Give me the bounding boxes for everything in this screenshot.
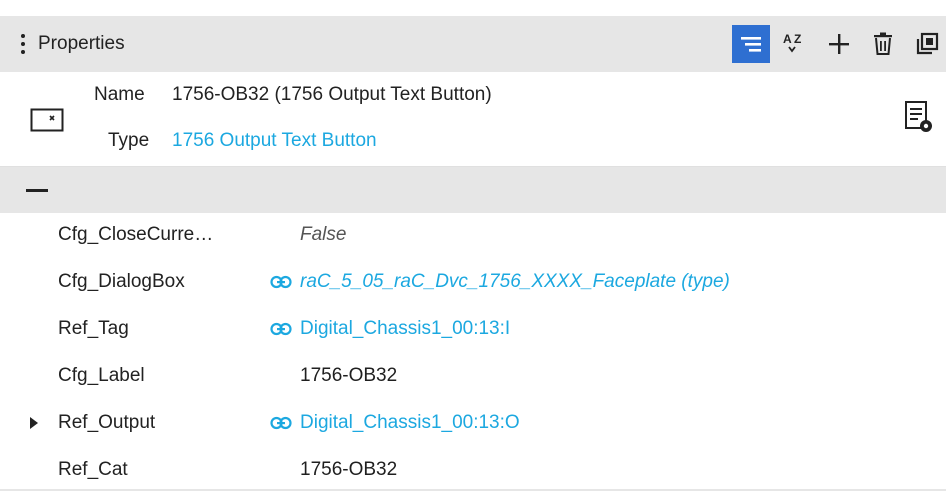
- add-button[interactable]: [820, 25, 858, 63]
- property-name: Ref_Tag: [58, 318, 129, 339]
- property-row-ref-tag[interactable]: Ref_Tag Digital_Chassis1_00:13:I: [0, 306, 946, 353]
- popout-icon: [916, 32, 939, 55]
- link-icon[interactable]: [270, 415, 292, 431]
- property-name: Cfg_Label: [58, 365, 145, 386]
- text-button-icon: [30, 108, 64, 132]
- link-icon[interactable]: [270, 321, 292, 337]
- property-name: Cfg_DialogBox: [58, 271, 185, 292]
- svg-text:Z: Z: [794, 32, 801, 46]
- property-name: Ref_Cat: [58, 459, 128, 480]
- property-row-cfg-label[interactable]: Cfg_Label 1756-OB32: [0, 353, 946, 400]
- panel-menu-icon[interactable]: [10, 30, 36, 58]
- property-row-cfg-dialogbox[interactable]: Cfg_DialogBox raC_5_05_raC_Dvc_1756_XXXX…: [0, 259, 946, 306]
- bottom-divider: [0, 489, 946, 491]
- property-value[interactable]: 1756-OB32: [300, 459, 397, 481]
- sort-az-button[interactable]: A Z: [776, 25, 814, 63]
- property-group-collapse[interactable]: [0, 167, 946, 213]
- link-icon[interactable]: [270, 274, 292, 290]
- property-row-cfg-closecurrent[interactable]: Cfg_CloseCurre… False: [0, 212, 946, 259]
- configure-icon[interactable]: [904, 100, 934, 134]
- type-label: Type: [108, 130, 150, 151]
- expand-arrow-icon[interactable]: [30, 417, 38, 429]
- svg-text:A: A: [783, 32, 792, 46]
- property-list: Cfg_CloseCurre… False Cfg_DialogBox raC_…: [0, 212, 946, 494]
- property-value-link[interactable]: raC_5_05_raC_Dvc_1756_XXXX_Faceplate (ty…: [300, 271, 730, 293]
- category-view-button[interactable]: [732, 25, 770, 63]
- property-row-ref-cat[interactable]: Ref_Cat 1756-OB32: [0, 447, 946, 494]
- type-value-link[interactable]: 1756 Output Text Button: [172, 130, 377, 152]
- property-value-link[interactable]: Digital_Chassis1_00:13:I: [300, 318, 510, 340]
- delete-icon: [874, 32, 892, 55]
- top-spacer: [0, 0, 946, 16]
- property-name: Ref_Output: [58, 412, 156, 433]
- sort-az-icon: A Z: [783, 32, 801, 53]
- popout-button[interactable]: [908, 25, 946, 63]
- name-value: 1756-OB32 (1756 Output Text Button): [172, 84, 492, 105]
- property-value[interactable]: 1756-OB32: [300, 365, 397, 387]
- properties-panel: Properties A Z Name 1756-OB32 (1756 Outp…: [0, 0, 946, 493]
- collapse-icon: [26, 189, 48, 192]
- panel-title: Properties: [38, 33, 125, 54]
- property-value-link[interactable]: Digital_Chassis1_00:13:O: [300, 412, 520, 434]
- delete-button[interactable]: [864, 25, 902, 63]
- properties-header: Properties A Z: [0, 16, 946, 72]
- property-row-ref-output[interactable]: Ref_Output Digital_Chassis1_00:13:O: [0, 400, 946, 447]
- property-name: Cfg_CloseCurre…: [58, 224, 214, 245]
- toolbar: A Z: [726, 16, 946, 72]
- property-value[interactable]: False: [300, 224, 346, 246]
- element-info: Name 1756-OB32 (1756 Output Text Button)…: [0, 72, 946, 167]
- category-view-icon: [741, 37, 761, 52]
- add-icon: [829, 34, 849, 54]
- name-label: Name: [94, 84, 145, 105]
